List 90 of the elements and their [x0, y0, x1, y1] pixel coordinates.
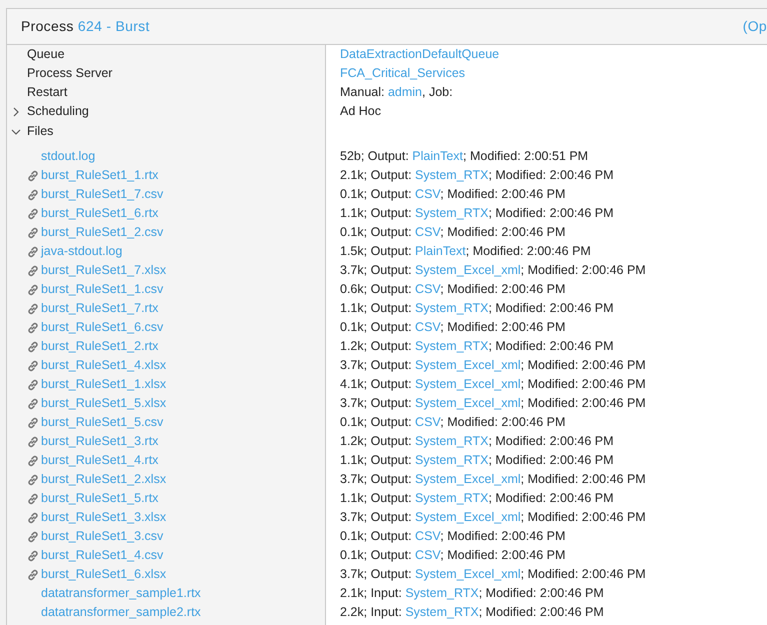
panel-title: Process [21, 18, 74, 34]
link[interactable]: System_Excel_xml [415, 358, 521, 372]
file-link[interactable]: burst_RuleSet1_2.rtx [41, 337, 158, 356]
file-link[interactable]: burst_RuleSet1_7.csv [41, 185, 164, 204]
file-details: 0.1k; Output: CSV; Modified: 2:00:46 PM [340, 224, 566, 242]
file-link[interactable]: burst_RuleSet1_3.rtx [41, 432, 158, 451]
link[interactable]: PlainText [412, 149, 464, 164]
link[interactable]: System_Excel_xml [415, 396, 521, 410]
file-link[interactable]: burst_RuleSet1_7.rtx [41, 299, 158, 318]
file-details: 1.1k; Output: System_RTX; Modified: 2:00:46 PM [340, 452, 614, 470]
link[interactable]: System_Excel_xml [415, 472, 521, 486]
file-link[interactable]: burst_RuleSet1_2.xlsx [41, 470, 166, 489]
file-link[interactable]: burst_RuleSet1_3.xlsx [41, 508, 166, 527]
link[interactable]: System_RTX [415, 491, 488, 506]
link[interactable]: System_RTX [405, 586, 479, 600]
file-link[interactable]: burst_RuleSet1_7.xlsx [41, 261, 166, 280]
file-details: 2.1k; Input: System_RTX; Modified: 2:00:46 PM [340, 585, 604, 602]
file-details: 1.1k; Output: System_RTX; Modified: 2:00:46 PM [340, 300, 614, 318]
file-details: 1.2k; Output: System_RTX; Modified: 2:00:46 PM [340, 433, 614, 450]
file-link[interactable]: java-stdout.log [41, 242, 122, 261]
file-details: 3.7k; Output: System_Excel_xml; Modified: 2:00:46 PM [340, 395, 646, 412]
link[interactable]: System_RTX [415, 206, 488, 220]
file-details: 1.2k; Output: System_RTX; Modified: 2:00:46 PM [340, 338, 614, 356]
header-link[interactable]: (Op [742, 16, 767, 37]
property-label: Queue [27, 46, 65, 64]
tree-node-label[interactable]: Files [27, 122, 54, 141]
property-label: Process Server [27, 65, 112, 82]
link[interactable]: System_Excel_xml [415, 263, 521, 278]
process-link[interactable]: 624 - Burst [78, 18, 150, 34]
file-details: 3.7k; Output: System_Excel_xml; Modified: 2:00:46 PM [340, 509, 646, 526]
file-details: 4.1k; Output: System_Excel_xml; Modified: 2:00:46 PM [340, 376, 646, 394]
link[interactable]: System_RTX [415, 434, 488, 448]
file-details: 1.5k; Output: PlainText; Modified: 2:00:46 PM [340, 243, 591, 260]
file-link[interactable]: burst_RuleSet1_3.csv [41, 527, 164, 546]
link[interactable]: System_Excel_xml [415, 510, 521, 524]
chevron-down-icon[interactable] [11, 126, 21, 136]
file-link[interactable]: stdout.log [41, 147, 96, 166]
file-link[interactable]: burst_RuleSet1_6.rtx [41, 204, 158, 223]
link[interactable]: CSV [415, 320, 440, 334]
link[interactable]: PlainText [415, 244, 466, 258]
property-value: Ad Hoc [340, 103, 381, 120]
link[interactable]: System_RTX [415, 301, 488, 316]
link[interactable]: System_RTX [415, 453, 488, 468]
link[interactable]: System_RTX [415, 168, 488, 182]
file-link[interactable]: datatransformer_sample2.rtx [41, 603, 201, 622]
link[interactable]: CSV [415, 225, 440, 240]
file-link[interactable]: burst_RuleSet1_5.rtx [41, 489, 158, 508]
tree-node-label[interactable]: Scheduling [27, 102, 89, 121]
file-link[interactable]: burst_RuleSet1_4.rtx [41, 451, 158, 470]
link[interactable]: System_RTX [405, 605, 479, 620]
file-details: 2.1k; Output: System_RTX; Modified: 2:00:46 PM [340, 167, 614, 184]
file-details: 3.7k; Output: System_Excel_xml; Modified: 2:00:46 PM [340, 262, 646, 280]
file-link[interactable]: burst_RuleSet1_6.xlsx [41, 565, 166, 584]
file-link[interactable]: burst_RuleSet1_4.xlsx [41, 356, 166, 375]
link[interactable]: CSV [415, 282, 440, 296]
file-details: 1.1k; Output: System_RTX; Modified: 2:00:46 PM [340, 205, 614, 222]
file-link[interactable]: burst_RuleSet1_4.csv [41, 546, 164, 565]
link[interactable]: FCA_Critical_Services [340, 66, 466, 80]
file-link[interactable]: datatransformer_sample1.rtx [41, 584, 201, 603]
file-details: 3.7k; Output: System_Excel_xml; Modified: 2:00:46 PM [340, 471, 646, 488]
property-value: Manual: admin, Job: [340, 84, 453, 102]
file-link[interactable]: burst_RuleSet1_1.csv [41, 280, 164, 299]
file-details: 0.1k; Output: CSV; Modified: 2:00:46 PM [340, 414, 566, 432]
chevron-right-icon[interactable] [11, 106, 21, 116]
link[interactable]: CSV [415, 548, 440, 562]
file-details: 1.1k; Output: System_RTX; Modified: 2:00:46 PM [340, 490, 614, 508]
link[interactable]: CSV [415, 415, 440, 430]
link[interactable]: DataExtractionDefaultQueue [340, 47, 500, 62]
file-details: 0.1k; Output: CSV; Modified: 2:00:46 PM [340, 186, 566, 204]
file-details: 3.7k; Output: System_Excel_xml; Modified: 2:00:46 PM [340, 357, 646, 374]
file-link[interactable]: burst_RuleSet1_5.xlsx [41, 394, 166, 413]
link[interactable]: System_Excel_xml [415, 377, 521, 392]
link[interactable]: CSV [415, 187, 440, 202]
link[interactable]: CSV [415, 529, 440, 544]
file-link[interactable]: burst_RuleSet1_6.csv [41, 318, 164, 337]
file-details: 3.7k; Output: System_Excel_xml; Modified: 2:00:46 PM [340, 566, 646, 584]
link[interactable]: admin [388, 85, 422, 100]
file-details: 0.1k; Output: CSV; Modified: 2:00:46 PM [340, 319, 566, 336]
file-link[interactable]: burst_RuleSet1_1.rtx [41, 166, 158, 185]
property-label: Restart [27, 84, 68, 102]
file-link[interactable]: burst_RuleSet1_5.csv [41, 413, 164, 432]
file-link[interactable]: burst_RuleSet1_2.csv [41, 223, 164, 242]
file-details: 0.1k; Output: CSV; Modified: 2:00:46 PM [340, 547, 566, 564]
file-details: 52b; Output: PlainText; Modified: 2:00:51 PM [340, 148, 588, 166]
file-details: 2.2k; Input: System_RTX; Modified: 2:00:46 PM [340, 604, 604, 622]
link[interactable]: System_Excel_xml [415, 567, 521, 582]
link[interactable]: System_RTX [415, 339, 488, 354]
file-details: 0.6k; Output: CSV; Modified: 2:00:46 PM [340, 281, 566, 298]
file-link[interactable]: burst_RuleSet1_1.xlsx [41, 375, 166, 394]
file-details: 0.1k; Output: CSV; Modified: 2:00:46 PM [340, 528, 566, 546]
